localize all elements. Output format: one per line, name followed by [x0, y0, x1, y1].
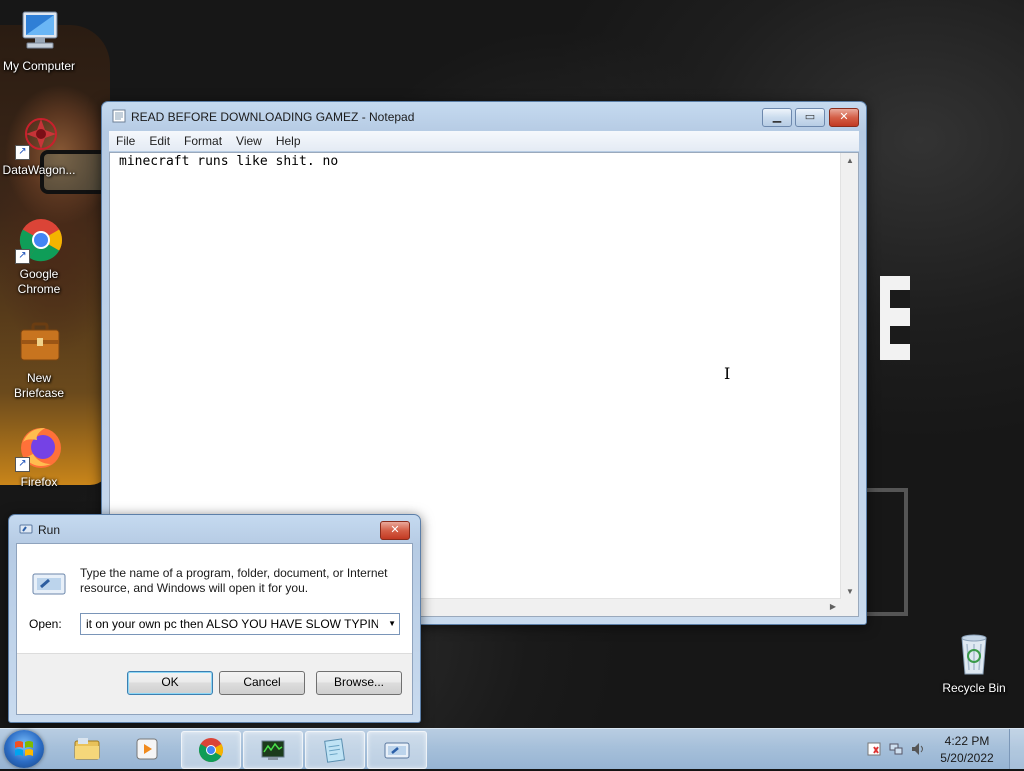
chrome-icon: ↗ — [15, 216, 63, 264]
desktop-icon-label: DataWagon... — [2, 163, 76, 177]
desktop-icon-label: Google Chrome — [17, 267, 61, 296]
notepad-content[interactable]: minecraft runs like shit. no — [119, 154, 834, 170]
show-desktop-button[interactable] — [1009, 729, 1024, 769]
taskbar-chrome[interactable] — [181, 731, 241, 769]
taskbar-media-player[interactable] — [118, 731, 176, 767]
notepad-titlebar[interactable]: READ BEFORE DOWNLOADING GAMEZ - Notepad … — [102, 102, 866, 130]
task-manager-icon — [261, 740, 285, 760]
window-title: READ BEFORE DOWNLOADING GAMEZ - Notepad — [131, 110, 415, 124]
menu-help[interactable]: Help — [269, 131, 308, 151]
volume-icon[interactable] — [910, 741, 926, 757]
firefox-icon: ↗ — [15, 424, 63, 472]
dialog-title: Run — [38, 523, 61, 537]
menu-file[interactable]: File — [109, 131, 142, 151]
cancel-button[interactable]: Cancel — [219, 671, 305, 695]
media-player-icon — [136, 738, 158, 760]
close-icon: ✕ — [839, 111, 849, 123]
computer-icon — [15, 8, 63, 56]
desktop-icon-my-computer[interactable]: My Computer — [1, 8, 77, 74]
browse-button[interactable]: Browse... — [316, 671, 402, 695]
minimize-icon: ▁ — [772, 111, 782, 123]
run-description: Type the name of a program, folder, docu… — [80, 566, 388, 595]
menu-view[interactable]: View — [229, 131, 269, 151]
taskbar-explorer[interactable] — [58, 731, 116, 767]
shortcut-arrow-icon: ↗ — [15, 145, 30, 160]
close-icon: ✕ — [390, 524, 400, 536]
menu-edit[interactable]: Edit — [142, 131, 177, 151]
taskbar-run[interactable] — [367, 731, 427, 769]
taskbar: 4:22 PM 5/20/2022 — [0, 728, 1024, 769]
network-icon[interactable] — [888, 741, 904, 757]
maximize-button[interactable]: ▭ — [795, 108, 825, 127]
run-icon — [19, 522, 33, 536]
desktop-icon-google-chrome[interactable]: ↗ Google Chrome — [1, 216, 77, 297]
close-button[interactable]: ✕ — [829, 108, 859, 127]
taskbar-task-manager[interactable] — [243, 731, 303, 769]
scroll-down-icon[interactable]: ▼ — [846, 587, 854, 596]
open-input[interactable]: it on your own pc then ALSO YOU HAVE SLO… — [86, 617, 378, 631]
desktop-icon-label: My Computer — [2, 59, 76, 73]
desktop-icon-label: Firefox — [20, 475, 58, 489]
run-program-icon — [31, 568, 67, 601]
explorer-icon — [74, 738, 100, 760]
action-center-icon[interactable] — [866, 741, 882, 757]
resize-grip[interactable] — [841, 599, 858, 616]
windows-logo-icon — [15, 741, 33, 756]
desktop-icon-label: Recycle Bin — [942, 681, 1006, 695]
chevron-down-icon[interactable]: ▼ — [388, 617, 396, 631]
wallpaper-letter — [880, 276, 910, 360]
datawagon-icon: ↗ — [15, 112, 63, 160]
maximize-icon: ▭ — [804, 111, 816, 123]
shortcut-arrow-icon: ↗ — [15, 249, 30, 264]
open-combobox[interactable]: it on your own pc then ALSO YOU HAVE SLO… — [80, 613, 400, 635]
briefcase-icon — [15, 320, 63, 368]
shortcut-arrow-icon: ↗ — [15, 457, 30, 472]
chrome-icon — [198, 738, 224, 763]
run-body: Type the name of a program, folder, docu… — [16, 543, 413, 715]
open-label: Open: — [29, 617, 62, 631]
clock-time[interactable]: 4:22 PM — [934, 734, 1000, 748]
start-button[interactable] — [4, 730, 44, 768]
taskbar-notepad[interactable] — [305, 731, 365, 769]
scroll-right-icon[interactable]: ▶ — [830, 602, 836, 611]
desktop-icon-firefox[interactable]: ↗ Firefox — [1, 424, 77, 490]
notepad-icon — [112, 109, 126, 123]
desktop-icon-new-briefcase[interactable]: New Briefcase — [1, 320, 77, 401]
notepad-icon — [324, 738, 346, 763]
scroll-up-icon[interactable]: ▲ — [846, 156, 854, 165]
minimize-button[interactable]: ▁ — [762, 108, 792, 127]
run-button-bar: OK Cancel Browse... — [17, 653, 412, 714]
desktop-icon-label: New Briefcase — [13, 371, 65, 400]
menu-format[interactable]: Format — [177, 131, 229, 151]
clock-date[interactable]: 5/20/2022 — [934, 751, 1000, 765]
recycle-bin-icon — [950, 630, 998, 678]
close-button[interactable]: ✕ — [380, 521, 410, 540]
text-cursor-icon: I — [724, 364, 731, 383]
run-titlebar[interactable]: Run ✕ — [9, 515, 420, 543]
menu-bar: File Edit Format View Help — [109, 131, 859, 151]
vertical-scrollbar[interactable]: ▲ ▼ — [840, 153, 858, 599]
run-icon — [384, 742, 410, 759]
system-tray: 4:22 PM 5/20/2022 — [854, 729, 1024, 769]
run-dialog[interactable]: Run ✕ Type the name of a program, folder… — [8, 514, 421, 723]
wallpaper-frame — [866, 488, 908, 616]
ok-button[interactable]: OK — [127, 671, 213, 695]
desktop-icon-datawagon[interactable]: ↗ DataWagon... — [1, 112, 77, 178]
desktop-icon-recycle-bin[interactable]: Recycle Bin — [936, 630, 1012, 696]
